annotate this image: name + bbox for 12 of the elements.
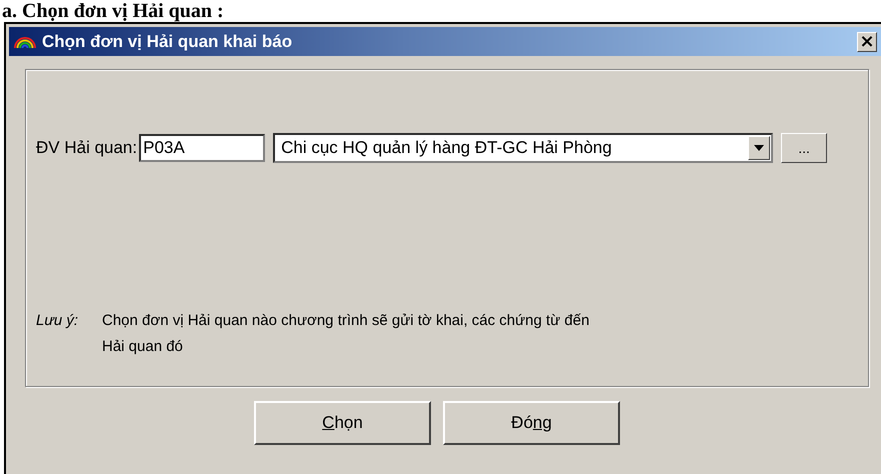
browse-button[interactable]: ... bbox=[781, 133, 828, 163]
window-title: Chọn đơn vị Hải quan khai báo bbox=[42, 32, 294, 52]
dialog-button[interactable]: Chọn bbox=[254, 401, 431, 445]
code-field[interactable]: P03A bbox=[139, 134, 266, 162]
dialog-button[interactable]: Đóng bbox=[443, 401, 620, 445]
field-label: ĐV Hải quan: bbox=[36, 138, 138, 158]
page-heading: a. Chọn đơn vị Hải quan : bbox=[2, 0, 224, 22]
customs-dropdown[interactable]: Chi cục HQ quản lý hàng ĐT-GC Hải Phòng bbox=[273, 133, 774, 163]
close-button[interactable]: × bbox=[857, 32, 877, 52]
note-text: Chọn đơn vị Hải quan nào chương trình sẽ gửi tờ khai, các chứng từ đến Hải quan đó bbox=[102, 311, 590, 357]
rainbow-icon bbox=[13, 34, 37, 48]
note-label: Lưu ý: bbox=[36, 311, 80, 331]
